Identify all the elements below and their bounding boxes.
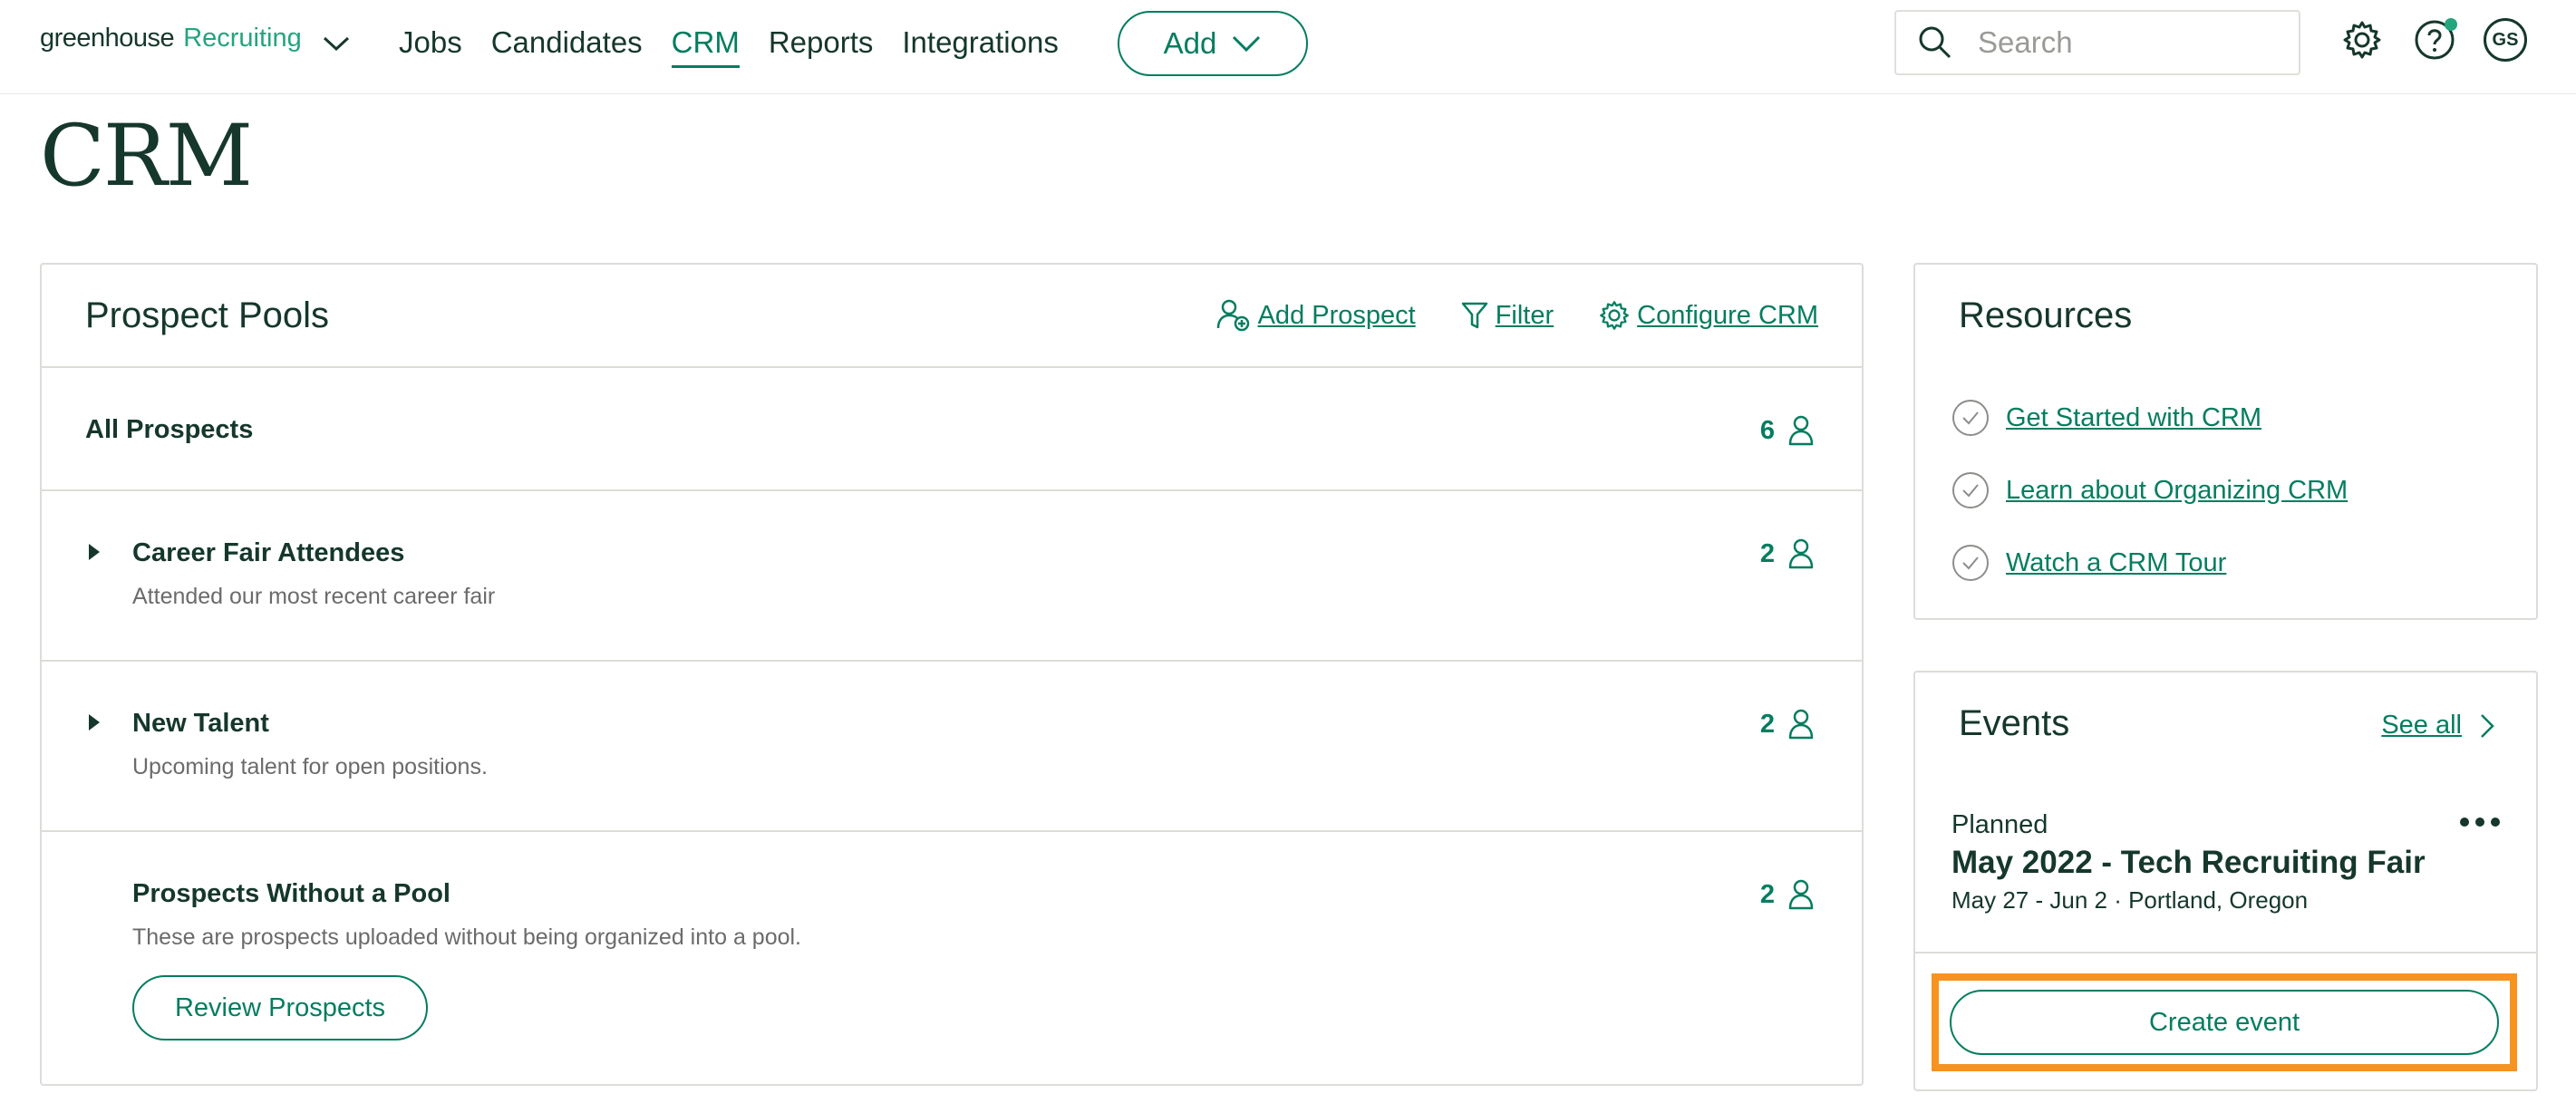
chevron-down-icon[interactable]	[322, 30, 351, 51]
resource-link-get-started[interactable]: Get Started with CRM	[1951, 399, 2261, 437]
see-all-label: See all	[2381, 711, 2462, 740]
search-input[interactable]	[1976, 24, 2270, 61]
avatar[interactable]: GS	[2484, 18, 2527, 62]
filter-link[interactable]: Filter	[1461, 299, 1554, 332]
pool-count: 2	[1760, 879, 1815, 910]
page-title: CRM	[40, 107, 253, 206]
gear-icon	[1600, 301, 1629, 330]
expand-triangle-icon[interactable]	[89, 714, 100, 731]
resource-label: Get Started with CRM	[2006, 402, 2262, 432]
filter-label: Filter	[1495, 300, 1554, 330]
prospect-pools-title: Prospect Pools	[85, 295, 330, 335]
pool-name: Career Fair Attendees	[132, 538, 405, 567]
logo-recruiting-text: Recruiting	[183, 24, 302, 53]
chevron-down-icon	[1233, 35, 1261, 53]
pool-description: Upcoming talent for open positions.	[132, 754, 488, 779]
configure-crm-label: Configure CRM	[1637, 300, 1818, 330]
search-box[interactable]	[1894, 10, 2300, 75]
prospect-pools-header: Prospect Pools Add Prospect Filter Confi…	[42, 265, 1862, 368]
prospect-pools-actions: Add Prospect Filter Configure CRM	[1216, 299, 1818, 332]
pool-description: Attended our most recent career fair	[132, 584, 496, 609]
person-icon	[1788, 709, 1814, 740]
check-circle-icon	[1952, 545, 1989, 581]
event-date-location: May 27 - Jun 2 · Portland, Oregon	[1951, 886, 2309, 914]
add-user-icon	[1216, 299, 1249, 332]
pool-count: 2	[1760, 709, 1815, 740]
resources-title: Resources	[1959, 295, 2133, 335]
more-options-icon[interactable]	[2460, 818, 2500, 827]
gear-icon[interactable]	[2340, 18, 2384, 62]
check-circle-icon	[1952, 400, 1989, 436]
create-event-button[interactable]: Create event	[1950, 990, 2499, 1055]
pool-name: All Prospects	[85, 415, 254, 444]
highlight-box: Create event	[1932, 973, 2517, 1071]
top-navigation-bar: greenhouse Recruiting Jobs Candidates CR…	[0, 0, 2576, 94]
expand-triangle-icon[interactable]	[89, 544, 100, 560]
events-card: Events See all Planned May 2022 - Tech R…	[1913, 671, 2538, 1091]
pool-count: 2	[1760, 538, 1815, 569]
filter-icon	[1461, 302, 1487, 329]
pool-description: These are prospects uploaded without bei…	[132, 924, 802, 950]
pool-count-value: 2	[1759, 538, 1775, 568]
prospect-pools-card: Prospect Pools Add Prospect Filter Confi…	[40, 263, 1864, 1086]
resources-card: Resources Get Started with CRM Learn abo…	[1913, 263, 2538, 620]
resource-label: Watch a CRM Tour	[2006, 547, 2227, 577]
person-icon	[1788, 879, 1814, 910]
nav-crm[interactable]: CRM	[671, 25, 740, 68]
event-status: Planned	[1951, 810, 2048, 839]
add-button[interactable]: Add	[1118, 11, 1308, 76]
resource-link-organizing-crm[interactable]: Learn about Organizing CRM	[1951, 471, 2348, 509]
pool-count-value: 2	[1759, 709, 1775, 739]
pool-count: 6	[1760, 415, 1815, 446]
resource-link-crm-tour[interactable]: Watch a CRM Tour	[1951, 544, 2226, 582]
pool-name: New Talent	[132, 709, 269, 738]
resource-label: Learn about Organizing CRM	[2006, 475, 2348, 505]
main-nav: Jobs Candidates CRM Reports Integrations	[399, 25, 1088, 68]
configure-crm-link[interactable]: Configure CRM	[1599, 299, 1818, 332]
review-prospects-button[interactable]: Review Prospects	[132, 975, 428, 1040]
pool-row-new-talent[interactable]: New Talent Upcoming talent for open posi…	[42, 660, 1862, 832]
person-icon	[1788, 538, 1814, 569]
notification-dot	[2445, 18, 2457, 31]
nav-candidates[interactable]: Candidates	[491, 25, 643, 68]
nav-jobs[interactable]: Jobs	[399, 25, 462, 68]
pool-count-value: 6	[1759, 415, 1775, 445]
check-circle-icon	[1952, 472, 1989, 508]
divider	[1915, 952, 2536, 953]
person-icon	[1788, 415, 1814, 446]
pool-row-all-prospects[interactable]: All Prospects 6	[42, 366, 1862, 491]
pool-row-career-fair-attendees[interactable]: Career Fair Attendees Attended our most …	[42, 489, 1862, 662]
add-button-label: Add	[1163, 26, 1217, 60]
add-prospect-link[interactable]: Add Prospect	[1216, 299, 1416, 332]
pool-name: Prospects Without a Pool	[132, 879, 450, 908]
chevron-right-icon	[2481, 713, 2494, 738]
pool-row-prospects-without-pool: Prospects Without a Pool These are prosp…	[42, 830, 1862, 1084]
events-title: Events	[1959, 703, 2070, 743]
greenhouse-logo[interactable]: greenhouse Recruiting	[40, 24, 351, 53]
event-name[interactable]: May 2022 - Tech Recruiting Fair	[1951, 845, 2426, 881]
add-prospect-label: Add Prospect	[1257, 300, 1416, 330]
pool-count-value: 2	[1759, 879, 1775, 909]
nav-integrations[interactable]: Integrations	[902, 25, 1058, 68]
see-all-events-link[interactable]: See all	[2381, 711, 2494, 740]
search-icon	[1919, 26, 1951, 59]
logo-greenhouse-text: greenhouse	[40, 24, 175, 53]
nav-reports[interactable]: Reports	[769, 25, 874, 68]
